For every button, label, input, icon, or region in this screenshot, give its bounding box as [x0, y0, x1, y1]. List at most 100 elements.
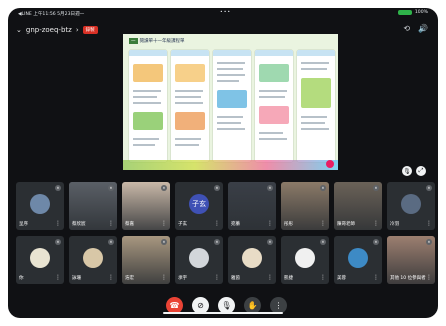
slide-card [255, 50, 293, 162]
mic-muted-icon: ✕ [161, 185, 167, 191]
slide-decoration [123, 160, 338, 170]
participant-name: 其他 10 位參與者 [390, 276, 426, 281]
participant-tile[interactable]: ✕ 蔡欣宸 ⋮ [69, 182, 117, 230]
participant-tile[interactable]: ✕ 美蓉 ⋮ [334, 236, 382, 284]
chevron-down-icon[interactable]: ⌄ [16, 26, 22, 34]
mic-off-icon: 🎙 [221, 301, 232, 310]
participant-tile[interactable]: ✕ 詠珊 ⋮ [69, 236, 117, 284]
chevron-right-icon[interactable]: › [76, 26, 79, 34]
top-right-icons: ⟲ 🔊 [403, 24, 428, 33]
status-center: ••• [220, 10, 232, 15]
more-options-icon[interactable]: ⋮ [320, 221, 326, 227]
avatar: 子玄 [189, 194, 209, 214]
status-right: 100% [397, 10, 428, 15]
camera-off-icon: ⊘ [197, 301, 204, 310]
participant-tile[interactable]: ✕ 冷羽 ⋮ [387, 182, 435, 230]
more-options-icon[interactable]: ⋮ [108, 275, 114, 281]
battery-icon [397, 10, 412, 15]
avatar [30, 194, 50, 214]
hand-icon: ✋ [247, 301, 258, 310]
more-options-icon[interactable]: ⋮ [108, 221, 114, 227]
avatar [30, 248, 50, 268]
participant-name: 浩宏 [125, 276, 134, 281]
more-options-icon[interactable]: ⋮ [373, 275, 379, 281]
speaker-icon[interactable]: 🔊 [418, 24, 428, 33]
slide-card [213, 50, 251, 162]
participant-tile[interactable]: ✕ 承宇 ⋮ [175, 236, 223, 284]
participant-name: 蔡嘉 [125, 222, 134, 227]
more-options-icon[interactable]: ⋮ [320, 275, 326, 281]
mic-muted-icon: ✕ [426, 239, 432, 245]
mic-muted-icon: ✕ [161, 239, 167, 245]
presentation-controls: 🎙 ⤢ [402, 166, 426, 176]
slide-card [129, 50, 167, 162]
more-options-icon[interactable]: ⋮ [373, 221, 379, 227]
participant-tile[interactable]: ✕ 浩宏 ⋮ [122, 236, 170, 284]
participant-tile[interactable]: ✕ 其他 10 位參與者 ⋮ [387, 236, 435, 284]
slide-badge: 一 [129, 38, 138, 44]
recording-badge: 錄製 [82, 26, 98, 34]
avatar [242, 248, 262, 268]
participant-name: 詠珊 [72, 276, 81, 281]
mic-muted-icon: ✕ [108, 185, 114, 191]
participant-tile[interactable]: ✕ 呈序 ⋮ [16, 182, 64, 230]
ios-status-bar: ◀LINE 上午11:56 5月23日週一 ••• 100% [8, 8, 438, 20]
mic-muted-icon: ✕ [426, 185, 432, 191]
switch-camera-icon[interactable]: ⟲ [403, 24, 410, 33]
slide-title-text: 閱讀單十一年級課程單 [139, 39, 185, 44]
more-options-icon[interactable]: ⋮ [55, 275, 61, 281]
more-options-icon[interactable]: ⋮ [214, 275, 220, 281]
more-options-icon[interactable]: ⋮ [161, 221, 167, 227]
slide-card [171, 50, 209, 162]
slide-card [297, 50, 335, 162]
meeting-info: ⌄ gnp-zoeq-btz › 錄製 [16, 22, 98, 38]
participant-tile[interactable]: ✕ 彤彤 ⋮ [281, 182, 329, 230]
mic-muted-icon: ✕ [55, 185, 61, 191]
avatar [348, 248, 368, 268]
home-indicator [163, 312, 283, 314]
more-icon: ⋮ [274, 301, 283, 310]
participant-name: 彤彤 [284, 222, 293, 227]
participant-name: 你 [19, 276, 24, 281]
mic-muted-icon: ✕ [108, 239, 114, 245]
participant-name: 冷羽 [390, 222, 399, 227]
participant-tile[interactable]: ✕ 陳哥老師 ⋮ [334, 182, 382, 230]
mic-muted-icon: ✕ [214, 185, 220, 191]
avatar [295, 248, 315, 268]
status-left: ◀LINE 上午11:56 5月23日週一 [18, 12, 85, 17]
presenter-pin-icon [326, 160, 334, 168]
shared-screen: 一閱讀單十一年級課程單 [123, 34, 338, 170]
participant-name: 宛蓁 [231, 222, 240, 227]
mic-muted-icon: ✕ [320, 185, 326, 191]
battery-percent: 100% [414, 10, 428, 15]
phone-hangup-icon: ☎ [169, 301, 180, 310]
mic-muted-icon: ✕ [55, 239, 61, 245]
participant-tile[interactable]: ✕ 凱捷 ⋮ [281, 236, 329, 284]
participant-name: 美蓉 [337, 276, 346, 281]
participant-tile[interactable]: ✕ 蔡嘉 ⋮ [122, 182, 170, 230]
more-options-icon[interactable]: ⋮ [214, 221, 220, 227]
participant-tile[interactable]: 子玄 ✕ 子玄 ⋮ [175, 182, 223, 230]
more-options-icon[interactable]: ⋮ [267, 221, 273, 227]
mic-muted-icon: ✕ [214, 239, 220, 245]
avatar [401, 194, 421, 214]
mic-muted-icon: ✕ [320, 239, 326, 245]
more-options-icon[interactable]: ⋮ [55, 221, 61, 227]
participant-name: 蔡欣宸 [72, 222, 86, 227]
avatar [189, 248, 209, 268]
mic-icon[interactable]: 🎙 [402, 166, 412, 176]
participant-name: 雅茵 [231, 276, 240, 281]
more-options-icon[interactable]: ⋮ [426, 275, 432, 281]
participant-tile[interactable]: ✕ 宛蓁 ⋮ [228, 182, 276, 230]
more-options-icon[interactable]: ⋮ [267, 275, 273, 281]
more-options-icon[interactable]: ⋮ [426, 221, 432, 227]
more-options-icon[interactable]: ⋮ [161, 275, 167, 281]
mic-muted-icon: ✕ [267, 185, 273, 191]
participant-name: 陳哥老師 [337, 222, 355, 227]
meeting-code[interactable]: gnp-zoeq-btz [26, 26, 72, 34]
participant-tile[interactable]: ✕ 你 ⋮ [16, 236, 64, 284]
mic-muted-icon: ✕ [373, 185, 379, 191]
mic-muted-icon: ✕ [267, 239, 273, 245]
expand-icon[interactable]: ⤢ [416, 166, 426, 176]
participant-tile[interactable]: ✕ 雅茵 ⋮ [228, 236, 276, 284]
